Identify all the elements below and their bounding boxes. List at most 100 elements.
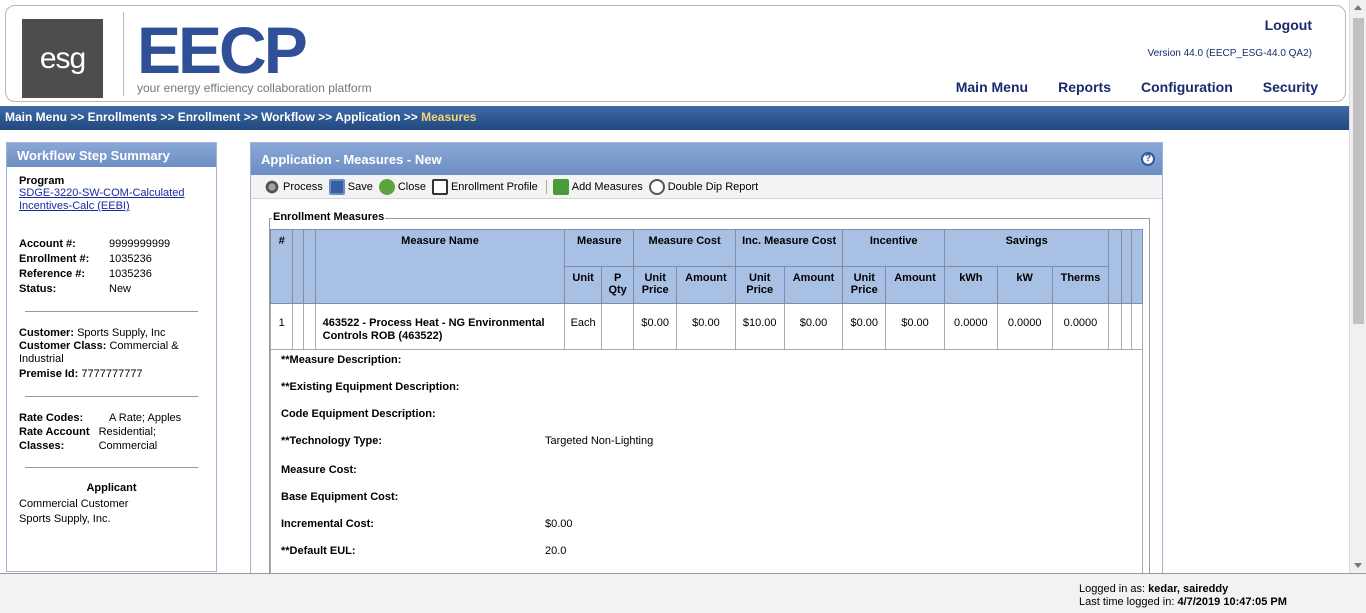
applicant-title: Applicant — [86, 482, 137, 494]
row-blank — [1120, 303, 1132, 350]
detail-label: **Measure Description: — [281, 354, 402, 366]
rate-codes-label: Rate Codes: — [19, 412, 84, 424]
scroll-up-icon[interactable] — [1354, 5, 1362, 10]
measures-panel-header: Application - Measures - New ? — [251, 143, 1162, 175]
process-label: Process — [283, 180, 323, 193]
applicant-line2: Sports Supply, Inc. — [19, 513, 111, 525]
top-nav: Main Menu Reports Configuration Security — [956, 79, 1318, 95]
detail-label: Code Equipment Description: — [281, 408, 436, 420]
close-label: Close — [397, 180, 426, 193]
header: esg EECP your energy efficiency collabor… — [5, 5, 1346, 102]
row-blank — [303, 303, 316, 350]
save-icon — [328, 178, 345, 195]
save-label: Save — [347, 180, 373, 193]
enrollment-profile-label: Enrollment Profile — [450, 180, 538, 193]
col-therms: Therms — [1051, 266, 1110, 304]
nav-configuration[interactable]: Configuration — [1141, 79, 1233, 95]
profile-icon — [431, 178, 448, 195]
help-icon[interactable]: ? — [1141, 152, 1155, 166]
col-blank — [1130, 229, 1144, 304]
eecp-logo: EECP — [137, 13, 308, 87]
divider — [25, 311, 198, 312]
row-cost-unit-price: $0.00 — [633, 303, 677, 350]
col-blank — [1120, 229, 1132, 304]
measures-panel-title: Application - Measures - New — [261, 152, 442, 167]
col-num: # — [269, 229, 294, 304]
row-blank — [1108, 303, 1122, 350]
detail-row: **Measure Description: — [281, 354, 545, 366]
esg-logo: esg — [22, 19, 103, 98]
applicant-line1: Commercial Customer — [19, 498, 129, 510]
double-dip-report-button[interactable]: Double Dip Report — [648, 178, 759, 195]
row-pqty — [600, 303, 635, 350]
detail-label: Base Equipment Cost: — [281, 491, 399, 503]
last-login-time: 4/7/2019 10:47:05 PM — [1177, 596, 1287, 608]
customer-class-label: Customer Class: — [19, 340, 107, 352]
measures-table: # Measure Name Measure Measure Cost Inc.… — [269, 229, 1144, 350]
reference-label: Reference #: — [19, 268, 86, 280]
row-unit: Each — [564, 303, 602, 350]
row-measure-name[interactable]: 463522 - Process Heat - NG Environmental… — [314, 303, 566, 350]
detail-label: **Default EUL: — [281, 545, 356, 557]
scrollbar-thumb[interactable] — [1353, 18, 1364, 324]
version-text: Version 44.0 (EECP_ESG-44.0 QA2) — [1147, 48, 1312, 59]
customer-value: Sports Supply, Inc — [77, 327, 166, 339]
col-pqty: P Qty — [600, 266, 635, 304]
nav-security[interactable]: Security — [1263, 79, 1318, 95]
detail-label: **Technology Type: — [281, 435, 383, 447]
nav-main-menu[interactable]: Main Menu — [956, 79, 1028, 95]
row-kw: 0.0000 — [996, 303, 1053, 350]
process-button[interactable]: Process — [264, 178, 323, 195]
close-button[interactable]: Close — [378, 178, 426, 195]
detail-row: Code Equipment Description: — [281, 408, 545, 420]
save-button[interactable]: Save — [328, 178, 373, 195]
col-measure: Measure — [564, 229, 635, 267]
col-kwh: kWh — [943, 266, 998, 304]
col-kw: kW — [996, 266, 1053, 304]
row-therms: 0.0000 — [1051, 303, 1110, 350]
gear-icon — [264, 178, 280, 195]
col-cost-unit-price: Unit Price — [633, 266, 677, 304]
account-label: Account #: — [19, 238, 76, 250]
logged-in-user: kedar, saireddy — [1148, 583, 1229, 595]
vertical-scrollbar[interactable] — [1349, 0, 1366, 573]
enrollment-label: Enrollment #: — [19, 253, 90, 265]
scroll-down-icon[interactable] — [1354, 563, 1362, 568]
program-label: Program — [19, 175, 65, 187]
col-cost-amount: Amount — [675, 266, 736, 304]
col-blank — [1108, 229, 1122, 304]
program-link[interactable]: SDGE-3220-SW-COM-Calculated Incentives-C… — [19, 187, 204, 213]
double-dip-label: Double Dip Report — [667, 180, 759, 193]
workflow-summary-title: Workflow Step Summary — [7, 143, 216, 167]
header-divider — [123, 12, 124, 96]
col-incentive: Incentive — [842, 229, 945, 267]
col-measure-cost: Measure Cost — [633, 229, 736, 267]
detail-row: Base Equipment Cost: — [281, 491, 545, 503]
row-cost-amount: $0.00 — [675, 303, 736, 350]
enrollment-measures-legend: Enrollment Measures — [272, 211, 386, 223]
col-inc-unit-price: Unit Price — [734, 266, 785, 304]
enrollment-profile-button[interactable]: Enrollment Profile — [431, 178, 538, 195]
customer-label: Customer: — [19, 327, 75, 339]
divider — [25, 467, 198, 468]
back-arrow-icon — [378, 178, 395, 195]
detail-value: Targeted Non-Lighting — [545, 435, 654, 447]
table-row[interactable]: 1 463522 - Process Heat - NG Environment… — [269, 303, 1144, 350]
row-kwh: 0.0000 — [943, 303, 998, 350]
last-login-label: Last time logged in: — [1079, 596, 1175, 608]
col-blank — [303, 229, 316, 304]
nav-reports[interactable]: Reports — [1058, 79, 1111, 95]
detail-label: Measure Cost: — [281, 464, 357, 476]
detail-row: **Technology Type: Targeted Non-Lighting — [281, 435, 653, 447]
detail-row: **Default EUL: 20.0 — [281, 545, 566, 557]
breadcrumb-trail[interactable]: Main Menu >> Enrollments >> Enrollment >… — [5, 110, 421, 124]
row-blank — [1130, 303, 1144, 350]
toolbar-separator — [545, 179, 547, 194]
divider — [25, 396, 198, 397]
detail-label: Incremental Cost: — [281, 518, 374, 530]
measure-details: **Measure Description: **Existing Equipm… — [270, 345, 1143, 575]
add-measures-button[interactable]: Add Measures — [552, 178, 643, 195]
detail-row: Measure Cost: — [281, 464, 545, 476]
row-incentive-unit-price: $0.00 — [842, 303, 887, 350]
logout-link[interactable]: Logout — [1265, 17, 1312, 33]
